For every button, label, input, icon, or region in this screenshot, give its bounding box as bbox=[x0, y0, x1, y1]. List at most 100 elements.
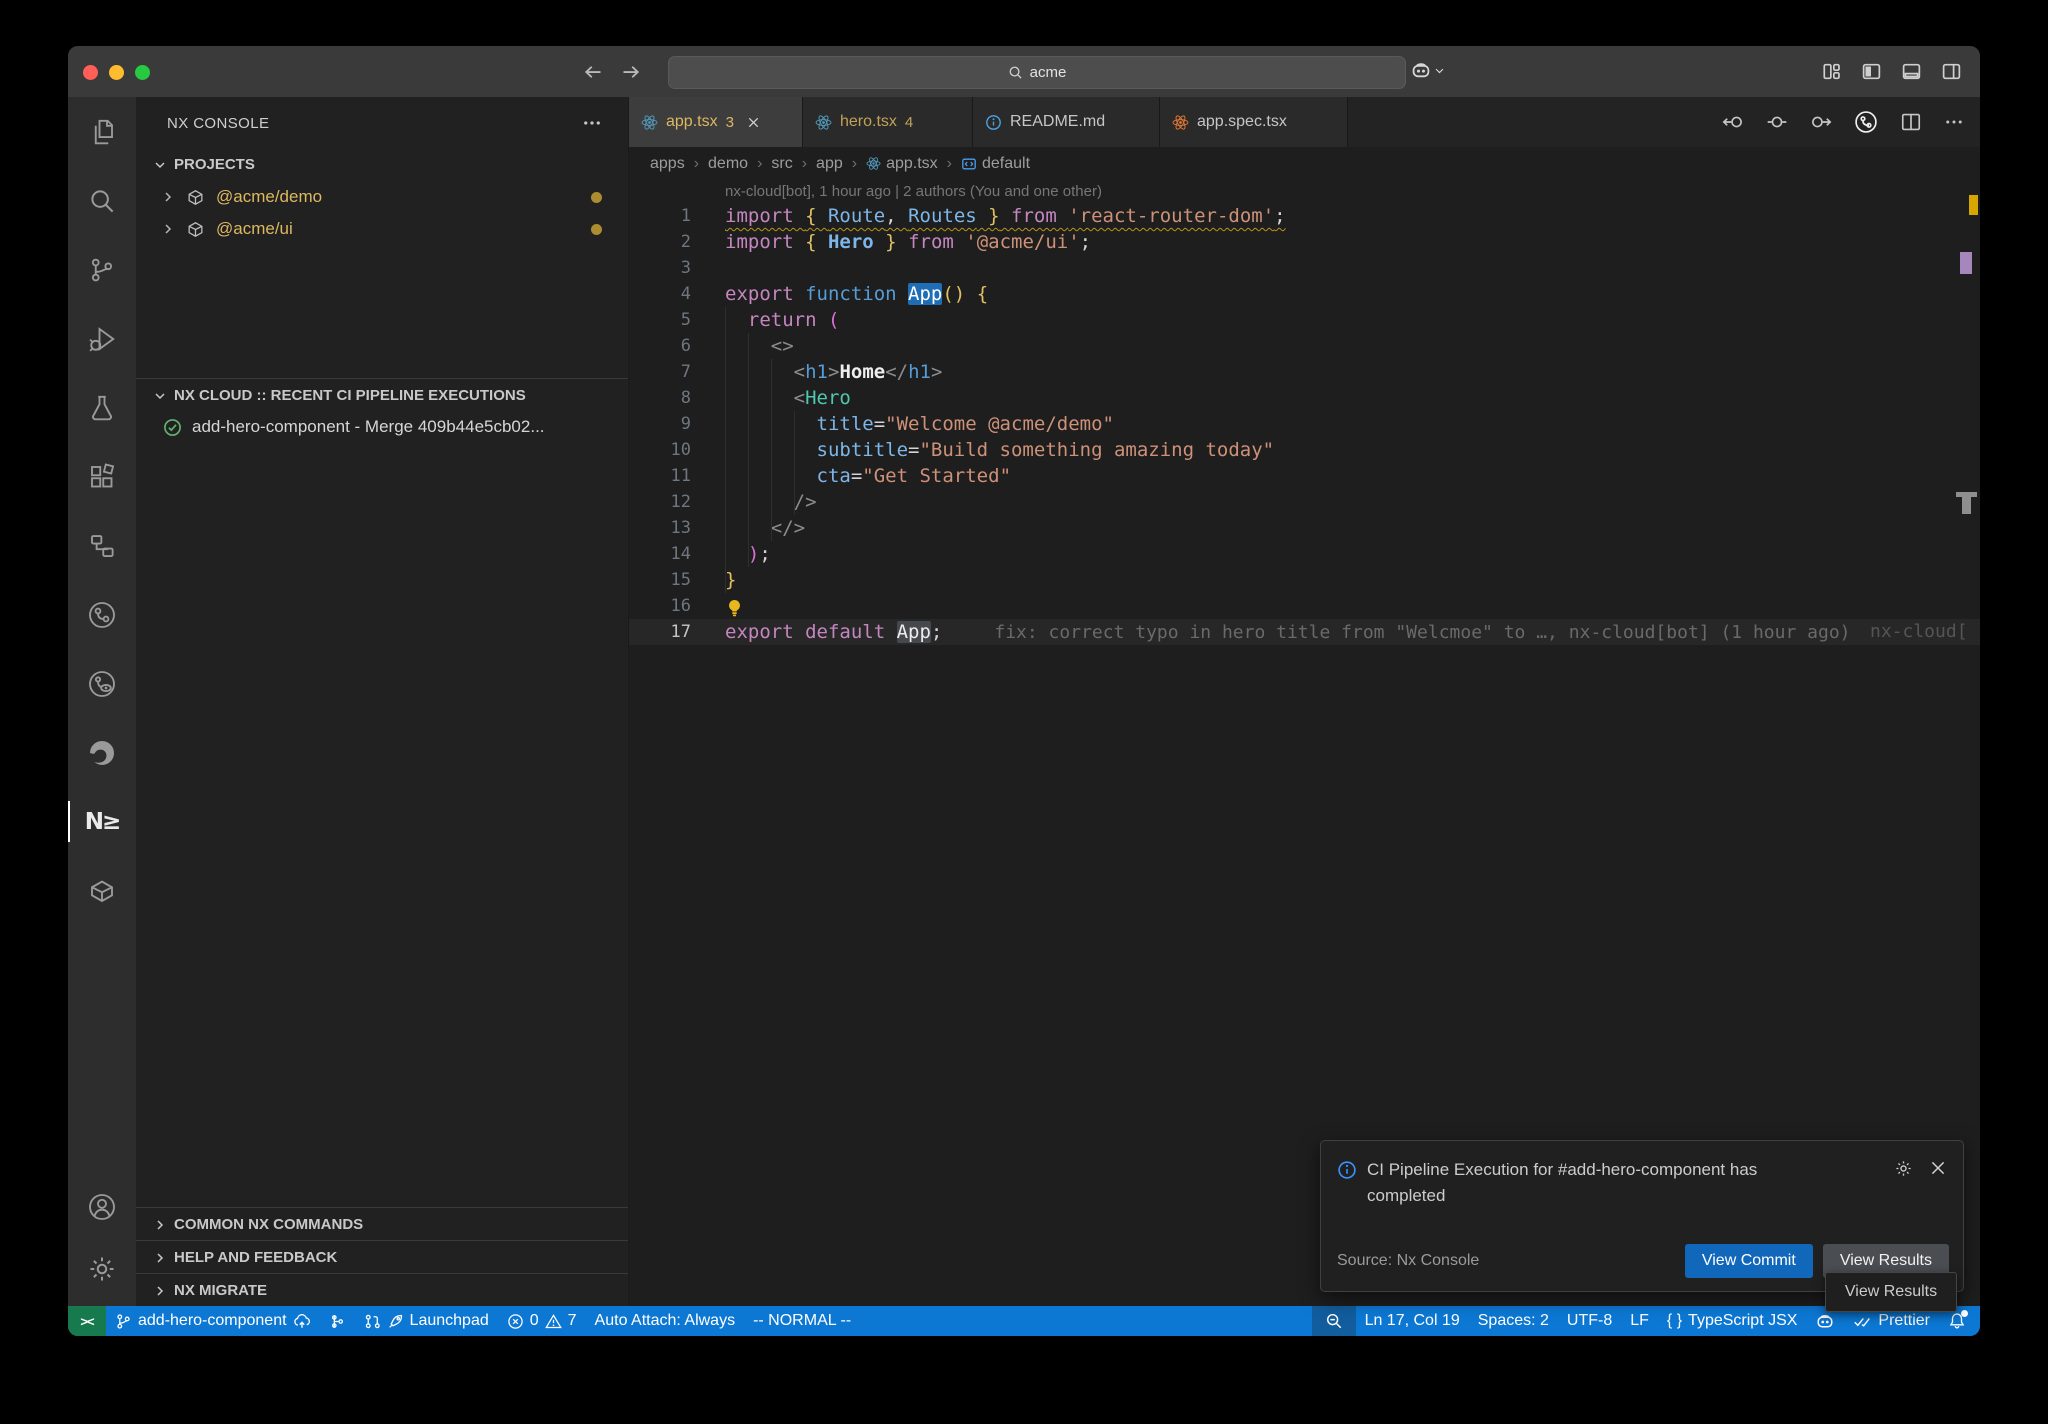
sidebar-item-run-debug[interactable] bbox=[68, 304, 136, 373]
code-line-2[interactable]: 2import { Hero } from '@acme/ui'; bbox=[629, 229, 1980, 255]
sidebar-item-nx-console[interactable]: N≥ bbox=[68, 787, 136, 856]
command-center-search[interactable]: acme bbox=[668, 56, 1406, 89]
close-window-button[interactable] bbox=[83, 65, 98, 80]
lightbulb-icon[interactable] bbox=[725, 599, 744, 618]
zoom-status-item[interactable] bbox=[1312, 1306, 1356, 1336]
tab-readme-md[interactable]: README.md bbox=[973, 97, 1160, 147]
code-line-9[interactable]: 9 title="Welcome @acme/demo" bbox=[629, 411, 1980, 437]
nx-migrate-header[interactable]: NX MIGRATE bbox=[136, 1275, 628, 1306]
tab-app-tsx[interactable]: app.tsx 3 bbox=[629, 97, 803, 147]
split-editor-icon[interactable] bbox=[1900, 111, 1922, 133]
sidebar-item-git-graph[interactable] bbox=[68, 580, 136, 649]
code-line-5[interactable]: 5 return ( bbox=[629, 307, 1980, 333]
pipeline-execution-row[interactable]: add-hero-component - Merge 409b44e5cb02.… bbox=[136, 411, 628, 443]
code-line-17[interactable]: 17export default App;fix: correct typo i… bbox=[629, 619, 1980, 645]
minimize-window-button[interactable] bbox=[109, 65, 124, 80]
line-number[interactable]: 4 bbox=[629, 281, 691, 307]
commit-graph-status-item[interactable] bbox=[320, 1306, 355, 1336]
toggle-primary-sidebar-button[interactable] bbox=[1861, 61, 1882, 82]
sidebar-item-search[interactable] bbox=[68, 166, 136, 235]
sidebar-item-containers[interactable] bbox=[68, 856, 136, 925]
breadcrumb-item[interactable]: demo bbox=[708, 155, 748, 173]
common-nx-commands-header[interactable]: COMMON NX COMMANDS bbox=[136, 1209, 628, 1240]
history-back-button[interactable] bbox=[583, 62, 603, 82]
more-actions-icon[interactable] bbox=[582, 113, 602, 133]
line-number[interactable]: 7 bbox=[629, 359, 691, 385]
eol-status-item[interactable]: LF bbox=[1621, 1306, 1658, 1336]
tab-app-spec-tsx[interactable]: app.spec.tsx bbox=[1160, 97, 1348, 147]
line-number[interactable]: 9 bbox=[629, 411, 691, 437]
more-actions-icon[interactable] bbox=[1944, 112, 1964, 132]
code-line-10[interactable]: 10 subtitle="Build something amazing tod… bbox=[629, 437, 1980, 463]
sidebar-item-edge-tools[interactable] bbox=[68, 718, 136, 787]
breadcrumb-item-file[interactable]: app.tsx bbox=[866, 155, 938, 173]
line-number[interactable]: 10 bbox=[629, 437, 691, 463]
accounts-button[interactable] bbox=[68, 1176, 136, 1238]
launchpad-status-item[interactable]: Launchpad bbox=[355, 1306, 498, 1336]
line-number[interactable]: 2 bbox=[629, 229, 691, 255]
code-line-1[interactable]: 1import { Route, Routes } from 'react-ro… bbox=[629, 203, 1980, 229]
auto-attach-status-item[interactable]: Auto Attach: Always bbox=[586, 1306, 745, 1336]
code-editor[interactable]: nx-cloud[bot], 1 hour ago | 2 authors (Y… bbox=[629, 180, 1980, 1306]
nx-cloud-section-header[interactable]: NX CLOUD :: RECENT CI PIPELINE EXECUTION… bbox=[136, 380, 628, 411]
view-commit-button[interactable]: View Commit bbox=[1685, 1244, 1813, 1278]
sidebar-item-testing[interactable] bbox=[68, 373, 136, 442]
line-number[interactable]: 6 bbox=[629, 333, 691, 359]
history-forward-button[interactable] bbox=[621, 62, 641, 82]
line-number[interactable]: 13 bbox=[629, 515, 691, 541]
line-number[interactable]: 14 bbox=[629, 541, 691, 567]
code-line-13[interactable]: 13 </> bbox=[629, 515, 1980, 541]
sidebar-item-project-graph[interactable] bbox=[68, 511, 136, 580]
line-number[interactable]: 16 bbox=[629, 593, 691, 619]
notification-close-icon[interactable] bbox=[1929, 1159, 1947, 1177]
projects-section-header[interactable]: PROJECTS bbox=[136, 149, 628, 180]
indentation-status-item[interactable]: Spaces: 2 bbox=[1469, 1306, 1558, 1336]
line-number[interactable]: 3 bbox=[629, 255, 691, 281]
tab-hero-tsx[interactable]: hero.tsx 4 bbox=[803, 97, 973, 147]
line-number[interactable]: 17 bbox=[629, 619, 691, 645]
sidebar-item-source-control[interactable] bbox=[68, 235, 136, 304]
line-number[interactable]: 5 bbox=[629, 307, 691, 333]
help-and-feedback-header[interactable]: HELP AND FEEDBACK bbox=[136, 1242, 628, 1273]
code-line-11[interactable]: 11 cta="Get Started" bbox=[629, 463, 1980, 489]
code-line-6[interactable]: 6 <> bbox=[629, 333, 1980, 359]
toggle-panel-button[interactable] bbox=[1901, 61, 1922, 82]
code-line-16[interactable]: 16 bbox=[629, 593, 1980, 619]
code-line-15[interactable]: 15} bbox=[629, 567, 1980, 593]
code-line-4[interactable]: 4export function App() { bbox=[629, 281, 1980, 307]
cursor-position-status-item[interactable]: Ln 17, Col 19 bbox=[1356, 1306, 1469, 1336]
sidebar-item-explorer[interactable] bbox=[68, 97, 136, 166]
line-number[interactable]: 11 bbox=[629, 463, 691, 489]
project-row-acme-demo[interactable]: @acme/demo bbox=[136, 181, 628, 213]
code-line-3[interactable]: 3 bbox=[629, 255, 1980, 281]
project-row-acme-ui[interactable]: @acme/ui bbox=[136, 213, 628, 245]
notification-settings-icon[interactable] bbox=[1894, 1159, 1913, 1178]
navigate-back-icon[interactable] bbox=[1722, 111, 1744, 133]
line-number[interactable]: 1 bbox=[629, 203, 691, 229]
code-line-8[interactable]: 8 <Hero bbox=[629, 385, 1980, 411]
problems-status-item[interactable]: 0 7 bbox=[498, 1306, 586, 1336]
code-line-12[interactable]: 12 /> bbox=[629, 489, 1980, 515]
gitlens-graph-icon[interactable] bbox=[1854, 110, 1878, 134]
breadcrumb-item-symbol[interactable]: default bbox=[961, 155, 1030, 173]
sidebar-item-git-history[interactable] bbox=[68, 649, 136, 718]
close-icon[interactable] bbox=[746, 115, 761, 130]
line-number[interactable]: 12 bbox=[629, 489, 691, 515]
navigate-forward-icon[interactable] bbox=[1810, 111, 1832, 133]
branch-status-item[interactable]: add-hero-component bbox=[106, 1306, 320, 1336]
breadcrumb-item[interactable]: app bbox=[816, 155, 843, 173]
encoding-status-item[interactable]: UTF-8 bbox=[1558, 1306, 1621, 1336]
toggle-secondary-sidebar-button[interactable] bbox=[1941, 61, 1962, 82]
zoom-window-button[interactable] bbox=[135, 65, 150, 80]
breadcrumb-item[interactable]: src bbox=[771, 155, 792, 173]
navigate-current-icon[interactable] bbox=[1766, 111, 1788, 133]
customize-layout-button[interactable] bbox=[1821, 61, 1842, 82]
breadcrumb-item[interactable]: apps bbox=[650, 155, 685, 173]
language-status-item[interactable]: { } TypeScript JSX bbox=[1658, 1306, 1807, 1336]
code-line-7[interactable]: 7 <h1>Home</h1> bbox=[629, 359, 1980, 385]
line-number[interactable]: 8 bbox=[629, 385, 691, 411]
remote-indicator[interactable]: >< bbox=[68, 1306, 106, 1336]
vim-mode-status-item[interactable]: -- NORMAL -- bbox=[744, 1306, 860, 1336]
line-number[interactable]: 15 bbox=[629, 567, 691, 593]
sidebar-item-extensions[interactable] bbox=[68, 442, 136, 511]
